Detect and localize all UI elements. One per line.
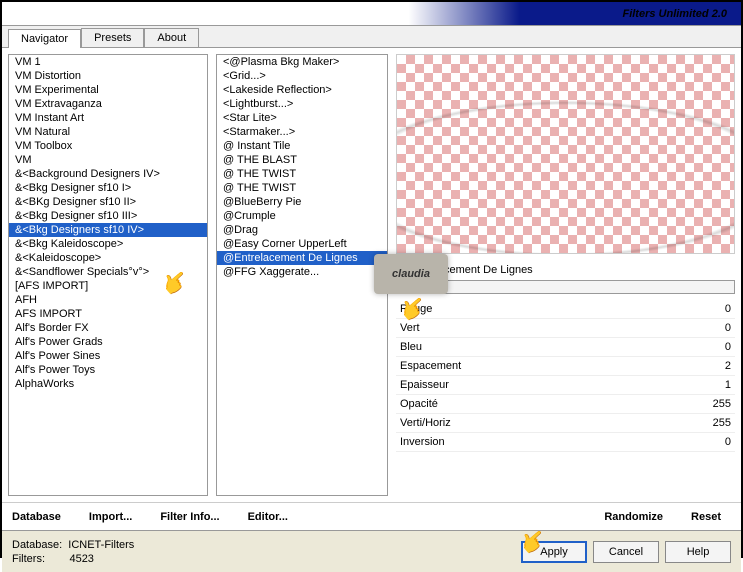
filter-list[interactable]: <@Plasma Bkg Maker><Grid...><Lakeside Re… xyxy=(216,54,388,496)
param-row[interactable]: Inversion 0 xyxy=(396,433,735,452)
parameter-list: Rouge 0 Vert 0 Bleu 0 Espacement 2 Epaisseur 1 Opa… xyxy=(396,300,735,496)
param-name: Rouge xyxy=(400,303,432,315)
filter-item[interactable]: <Grid...> xyxy=(217,69,387,83)
category-item[interactable]: Alf's Power Sines xyxy=(9,349,207,363)
param-value: 0 xyxy=(725,322,731,334)
param-value: 0 xyxy=(725,303,731,315)
filter-item[interactable]: @BlueBerry Pie xyxy=(217,195,387,209)
category-item[interactable]: &<Bkg Designer sf10 I> xyxy=(9,181,207,195)
category-item[interactable]: VM Instant Art xyxy=(9,111,207,125)
category-item[interactable]: AlphaWorks xyxy=(9,377,207,391)
param-row[interactable]: Espacement 2 xyxy=(396,357,735,376)
tab-navigator[interactable]: Navigator xyxy=(8,29,81,48)
filterinfo-link[interactable]: Filter Info... xyxy=(160,511,219,523)
category-item[interactable]: VM Distortion xyxy=(9,69,207,83)
filter-item[interactable]: @Crumple xyxy=(217,209,387,223)
param-row[interactable]: Bleu 0 xyxy=(396,338,735,357)
preview-image xyxy=(396,54,735,254)
curve-decoration xyxy=(396,93,735,173)
param-row[interactable]: Epaisseur 1 xyxy=(396,376,735,395)
param-name: Vert xyxy=(400,322,420,334)
category-item[interactable]: &<Sandflower Specials°v°> xyxy=(9,265,207,279)
param-name: Verti/Horiz xyxy=(400,417,451,429)
param-row[interactable]: Vert 0 xyxy=(396,319,735,338)
apply-button[interactable]: Apply xyxy=(521,541,587,563)
param-value: 0 xyxy=(725,341,731,353)
category-item[interactable]: VM Experimental xyxy=(9,83,207,97)
category-item[interactable]: Alf's Border FX xyxy=(9,321,207,335)
app-title: Filters Unlimited 2.0 xyxy=(622,8,727,20)
reset-link[interactable]: Reset xyxy=(691,511,721,523)
tab-about[interactable]: About xyxy=(144,28,199,47)
category-item[interactable]: AFS IMPORT xyxy=(9,307,207,321)
param-row[interactable]: Opacité 255 xyxy=(396,395,735,414)
param-row[interactable]: Rouge 0 xyxy=(396,300,735,319)
param-value: 255 xyxy=(713,417,731,429)
param-value: 0 xyxy=(725,436,731,448)
category-item[interactable]: VM xyxy=(9,153,207,167)
param-name: Bleu xyxy=(400,341,422,353)
filter-item[interactable]: @ Instant Tile xyxy=(217,139,387,153)
category-item[interactable]: VM Natural xyxy=(9,125,207,139)
category-item[interactable]: &<Kaleidoscope> xyxy=(9,251,207,265)
filter-item[interactable]: <Starmaker...> xyxy=(217,125,387,139)
category-list[interactable]: VM 1VM DistortionVM ExperimentalVM Extra… xyxy=(8,54,208,496)
param-name: Opacité xyxy=(400,398,438,410)
database-link[interactable]: Database xyxy=(12,511,61,523)
filter-item[interactable]: <Lakeside Reflection> xyxy=(217,83,387,97)
category-item[interactable]: AFH xyxy=(9,293,207,307)
filter-item[interactable]: <Star Lite> xyxy=(217,111,387,125)
footer-info: Database: ICNET-Filters Filters: 4523 xyxy=(12,538,515,566)
footer: Database: ICNET-Filters Filters: 4523 Ap… xyxy=(2,530,741,572)
cancel-button[interactable]: Cancel xyxy=(593,541,659,563)
filter-item[interactable]: <Lightburst...> xyxy=(217,97,387,111)
category-item[interactable]: VM Extravaganza xyxy=(9,97,207,111)
category-item[interactable]: &<Bkg Kaleidoscope> xyxy=(9,237,207,251)
param-name: Espacement xyxy=(400,360,461,372)
editor-link[interactable]: Editor... xyxy=(248,511,288,523)
title-bar: Filters Unlimited 2.0 xyxy=(2,2,741,26)
param-value: 1 xyxy=(725,379,731,391)
category-item[interactable]: [AFS IMPORT] xyxy=(9,279,207,293)
randomize-link[interactable]: Randomize xyxy=(604,511,663,523)
filter-item[interactable]: <@Plasma Bkg Maker> xyxy=(217,55,387,69)
category-item[interactable]: Alf's Power Grads xyxy=(9,335,207,349)
category-item[interactable]: VM 1 xyxy=(9,55,207,69)
category-item[interactable]: &<BKg Designer sf10 II> xyxy=(9,195,207,209)
filter-item[interactable]: @ THE TWIST xyxy=(217,181,387,195)
param-name: Inversion xyxy=(400,436,445,448)
curve-decoration xyxy=(396,185,735,254)
filter-item[interactable]: @Drag xyxy=(217,223,387,237)
category-item[interactable]: &<Bkg Designers sf10 IV> xyxy=(9,223,207,237)
filter-item[interactable]: @ THE TWIST xyxy=(217,167,387,181)
help-button[interactable]: Help xyxy=(665,541,731,563)
param-row[interactable]: Verti/Horiz 255 xyxy=(396,414,735,433)
filter-item[interactable]: @Easy Corner UpperLeft xyxy=(217,237,387,251)
category-item[interactable]: &<Bkg Designer sf10 III> xyxy=(9,209,207,223)
filter-item[interactable]: @ THE BLAST xyxy=(217,153,387,167)
param-value: 2 xyxy=(725,360,731,372)
import-link[interactable]: Import... xyxy=(89,511,132,523)
category-item[interactable]: VM Toolbox xyxy=(9,139,207,153)
watermark: claudia xyxy=(374,254,448,294)
param-name: Epaisseur xyxy=(400,379,449,391)
tab-presets[interactable]: Presets xyxy=(81,28,144,47)
category-item[interactable]: &<Background Designers IV> xyxy=(9,167,207,181)
link-row: Database Import... Filter Info... Editor… xyxy=(2,502,741,530)
main-area: VM 1VM DistortionVM ExperimentalVM Extra… xyxy=(2,48,741,502)
tab-strip: Navigator Presets About xyxy=(2,26,741,48)
filter-item[interactable]: @Entrelacement De Lignes xyxy=(217,251,387,265)
param-value: 255 xyxy=(713,398,731,410)
category-item[interactable]: Alf's Power Toys xyxy=(9,363,207,377)
filter-item[interactable]: @FFG Xaggerate... xyxy=(217,265,387,279)
